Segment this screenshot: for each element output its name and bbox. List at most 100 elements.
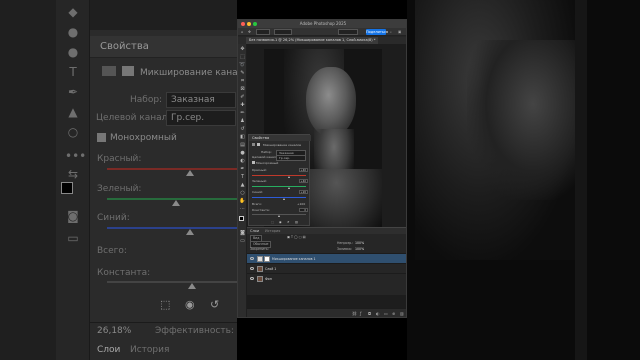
tool-option-dropdown[interactable] — [274, 29, 292, 35]
toggle-visibility-icon[interactable]: ◉ — [279, 220, 282, 224]
monochrome-label: Монохромный — [256, 161, 279, 165]
gradient-tool-icon[interactable]: ▤ — [239, 142, 246, 148]
eyedropper-icon[interactable]: ✐ — [239, 94, 246, 100]
green-slider-knob[interactable] — [288, 187, 291, 189]
output-channel-dropdown[interactable]: Гр.сер. — [276, 155, 306, 161]
more-tools-icon[interactable]: ⋯ — [239, 206, 246, 212]
link-layers-icon[interactable]: ⛓ — [352, 311, 357, 316]
blue-slider-track[interactable] — [252, 197, 306, 198]
screen-mode-icon: ▭ — [67, 231, 79, 245]
blue-slider-knob[interactable] — [282, 198, 285, 200]
add-mask-icon[interactable]: ◘ — [368, 311, 371, 316]
type-tool-icon: T — [69, 65, 77, 79]
adjustment-thumbnail — [257, 256, 263, 262]
document-tab-bar: Без названия-1 @ 26,2% (Микширование кан… — [238, 37, 406, 44]
constant-label: Константа: — [252, 208, 270, 212]
background-clip-icon: ⬚ — [160, 298, 171, 311]
dodge-tool-icon[interactable]: ◐ — [239, 158, 246, 164]
home-icon[interactable]: ⌂ — [241, 29, 243, 35]
workspace-icon[interactable]: ▣ — [398, 29, 401, 35]
dodge-icon: ● — [67, 45, 79, 59]
tab-layers[interactable]: Слои — [250, 228, 259, 234]
properties-layer-label: Микширование каналов — [263, 143, 302, 147]
layer-thumbnail — [257, 266, 263, 272]
visibility-eye-icon[interactable] — [250, 277, 254, 280]
background-blue-track — [107, 227, 237, 229]
paint-bucket-icon: ◆ — [68, 5, 78, 19]
pen-tool-icon[interactable]: ✒ — [239, 166, 246, 172]
background-green-knob — [172, 200, 180, 206]
quick-mask-icon[interactable]: ◙ — [239, 230, 246, 236]
red-slider-track[interactable] — [252, 175, 306, 176]
layer-row-layer-1[interactable]: Слой 1 — [247, 263, 406, 273]
hand-tool-icon[interactable]: ✋ — [239, 198, 246, 204]
type-tool-icon[interactable]: T — [239, 174, 246, 180]
background-preset-value: Заказная — [166, 92, 236, 108]
background-mono-checkbox — [97, 133, 106, 142]
green-slider-track[interactable] — [252, 186, 306, 187]
options-bar: ⌂ ✥ Поделиться ⌕ ▣ — [238, 28, 406, 36]
background-efficiency-label: Эффективность: — [155, 326, 234, 336]
constant-value[interactable]: 0 — [299, 208, 308, 212]
background-blue-label: Синий: — [97, 213, 130, 223]
move-tool-option-icon[interactable]: ✥ — [248, 29, 251, 35]
document-tab[interactable]: Без названия-1 @ 26,2% (Микширование кан… — [246, 37, 379, 44]
preset-label: Набор: — [261, 150, 272, 154]
blue-value[interactable]: +20 — [299, 190, 308, 194]
shape-tool-icon[interactable]: ○ — [239, 190, 246, 196]
red-value[interactable]: +40 — [299, 168, 308, 172]
blur-tool-icon[interactable]: ● — [239, 150, 246, 156]
clone-stamp-icon[interactable]: ♟ — [239, 118, 246, 124]
green-value[interactable]: +40 — [299, 179, 308, 183]
new-layer-icon[interactable]: ⊕ — [392, 311, 395, 316]
quick-select-icon[interactable]: ✎ — [239, 70, 246, 76]
mask-thumbnail[interactable] — [264, 256, 270, 262]
layer-mask-icon[interactable] — [257, 143, 260, 146]
monochrome-checkbox[interactable] — [252, 161, 255, 164]
new-group-icon[interactable]: ▭ — [384, 311, 388, 316]
red-slider-knob[interactable] — [288, 176, 291, 178]
visibility-eye-icon[interactable] — [250, 267, 254, 270]
workspace-dropdown[interactable] — [338, 29, 358, 35]
search-icon[interactable]: ⌕ — [390, 29, 392, 35]
background-tab-layers: Слои — [97, 345, 121, 355]
foreground-color-swatch[interactable] — [239, 216, 244, 221]
more-tools-icon: ••• — [65, 149, 87, 163]
constant-slider-knob[interactable] — [277, 215, 280, 217]
frame-tool-icon[interactable]: ⊠ — [239, 86, 246, 92]
background-red-label: Красный: — [97, 154, 142, 164]
tool-option-field[interactable] — [256, 29, 270, 35]
background-toolbar: ◆ ● ● T ✒ ▲ ○ ••• ⇆ ◙ ▭ — [56, 0, 90, 360]
opacity-label: Непрозр.: — [337, 241, 354, 245]
layer-row-channel-mixer[interactable]: Микширование каналов 1 — [247, 253, 406, 263]
ellipse-tool-icon: ○ — [67, 125, 79, 139]
layer-row-background[interactable]: Фон — [247, 273, 406, 283]
tab-history[interactable]: История — [265, 228, 280, 234]
window-title: Adobe Photoshop 2025 — [299, 21, 347, 26]
background-reset-icon: ↺ — [210, 298, 220, 311]
opacity-value[interactable]: 100% — [355, 241, 364, 246]
crop-tool-icon[interactable]: ⌗ — [239, 78, 246, 84]
brush-tool-icon[interactable]: ✏ — [239, 110, 246, 116]
eraser-tool-icon[interactable]: ◧ — [239, 134, 246, 140]
marquee-tool-icon[interactable]: ⬚ — [239, 54, 246, 60]
healing-brush-icon[interactable]: ✚ — [239, 102, 246, 108]
fx-icon[interactable]: ƒ — [360, 311, 361, 316]
share-button[interactable]: Поделиться — [366, 29, 388, 35]
mask-icon — [122, 66, 134, 76]
delete-layer-icon[interactable]: ▥ — [400, 311, 404, 316]
lasso-tool-icon[interactable]: ➰ — [239, 62, 246, 68]
reset-icon[interactable]: ↺ — [287, 220, 290, 224]
screen-mode-icon[interactable]: ▭ — [239, 238, 246, 244]
fill-value[interactable]: 100% — [355, 247, 364, 252]
filter-icons[interactable]: ▣ T ◯ ▢ ▤ — [287, 235, 306, 240]
path-selection-icon[interactable]: ▲ — [239, 182, 246, 188]
history-brush-icon[interactable]: ↺ — [239, 126, 246, 132]
delete-icon[interactable]: ▥ — [295, 220, 298, 224]
visibility-eye-icon[interactable] — [250, 257, 254, 260]
clip-to-layer-icon[interactable]: ⬚ — [271, 220, 274, 224]
background-zoom-readout: 26,18% — [97, 326, 132, 336]
new-adjustment-icon[interactable]: ◐ — [376, 311, 380, 316]
photo-face — [306, 67, 356, 137]
move-tool-icon[interactable]: ✥ — [239, 46, 246, 52]
